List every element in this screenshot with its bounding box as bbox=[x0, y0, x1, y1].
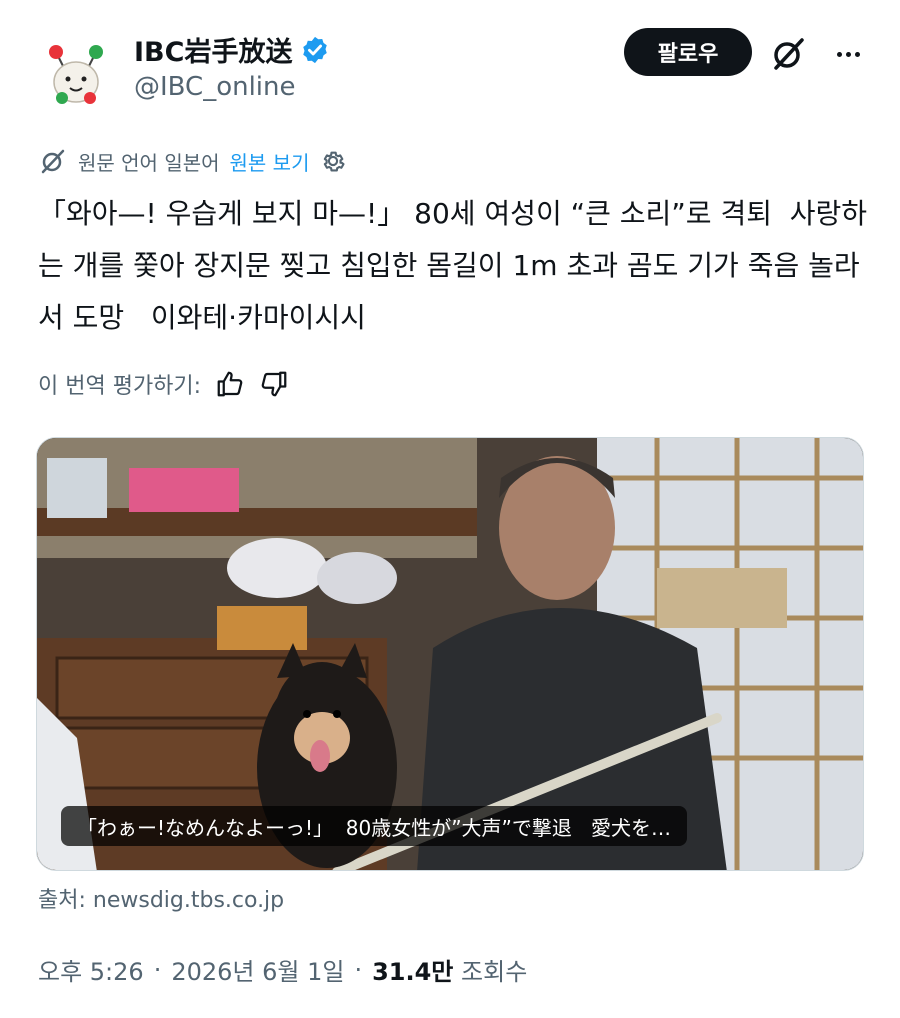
view-count: 31.4만 bbox=[372, 958, 454, 986]
media-source-link[interactable]: 출처: newsdig.tbs.co.jp bbox=[38, 882, 284, 914]
translation-language: 원문 언어 일본어 bbox=[78, 150, 220, 175]
tweet-time[interactable]: 오후 5:26 bbox=[38, 952, 144, 987]
follow-button[interactable]: 팔로우 bbox=[624, 28, 752, 76]
tweet-text: 「와아—! 우습게 보지 마—!」 80세 여성이 “큰 소리”로 격퇴 사랑하… bbox=[38, 197, 868, 334]
rate-translation-label: 이 번역 평가하기: bbox=[38, 374, 202, 399]
grok-translate-icon bbox=[41, 149, 65, 174]
translation-notice: 원문 언어 일본어 원본 보기 bbox=[38, 146, 347, 176]
tweet-date[interactable]: 2026년 6월 1일 bbox=[171, 952, 344, 987]
rate-translation: 이 번역 평가하기: bbox=[38, 368, 289, 400]
meta-separator: · bbox=[354, 955, 363, 984]
video-caption: 「わぁー!なめんなよーっ!」 80歳女性が”大声”で撃退 愛犬を… bbox=[61, 806, 687, 846]
show-original-link[interactable]: 원본 보기 bbox=[230, 147, 310, 176]
thumbs-up-icon[interactable] bbox=[215, 369, 245, 399]
display-name[interactable]: IBC岩手放送 bbox=[134, 30, 292, 69]
thumbs-down-icon[interactable] bbox=[259, 369, 289, 399]
tweet-header: IBC岩手放送 @IBC_online 팔로우 bbox=[38, 28, 868, 118]
verified-badge-icon bbox=[303, 36, 328, 63]
name-row: IBC岩手放送 bbox=[134, 30, 330, 69]
view-label: 조회수 bbox=[461, 958, 528, 986]
more-icon bbox=[836, 51, 842, 57]
account-handle[interactable]: @IBC_online bbox=[134, 72, 296, 102]
more-options-button[interactable] bbox=[828, 34, 868, 74]
gear-icon[interactable] bbox=[319, 147, 347, 175]
media-video[interactable]: 「わぁー!なめんなよーっ!」 80歳女性が”大声”で撃退 愛犬を… bbox=[36, 437, 864, 871]
grok-icon[interactable] bbox=[768, 34, 808, 74]
tweet-meta: 오후 5:26 · 2026년 6월 1일 · 31.4만 조회수 bbox=[38, 952, 527, 987]
account-avatar[interactable] bbox=[38, 34, 114, 110]
meta-separator: · bbox=[153, 955, 162, 984]
